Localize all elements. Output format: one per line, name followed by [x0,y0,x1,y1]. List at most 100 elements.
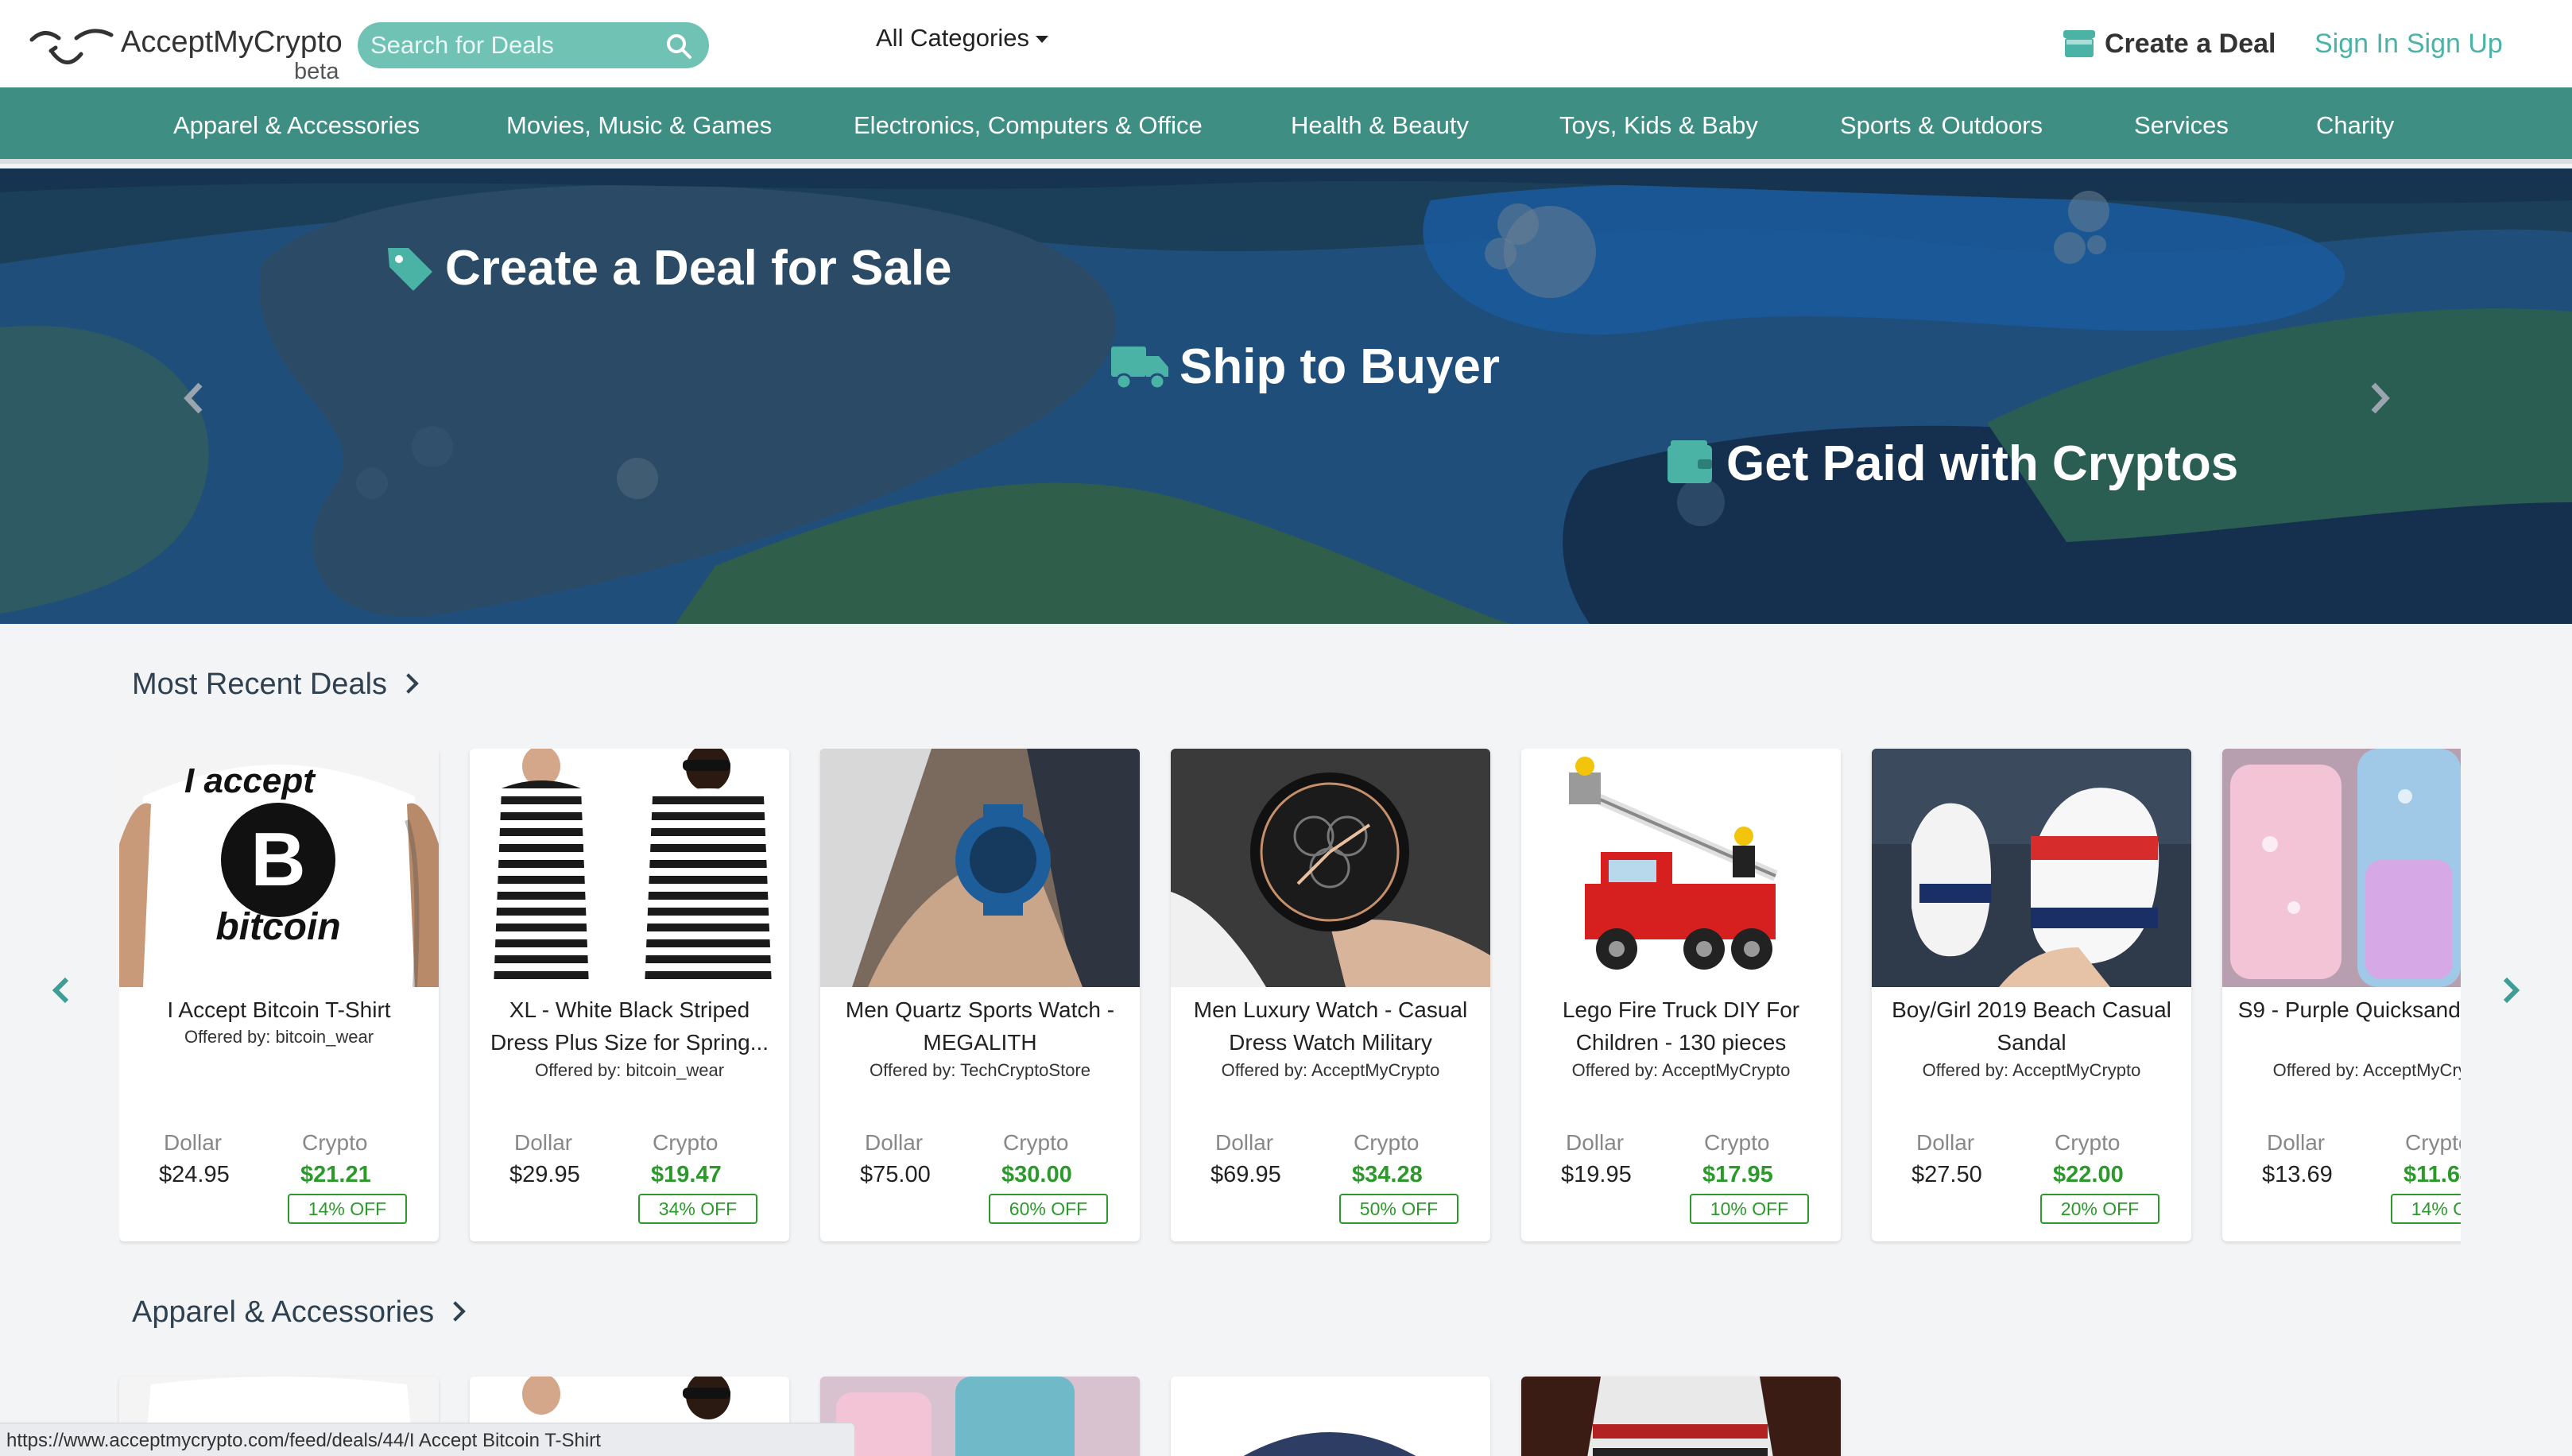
nav-item-movies[interactable]: Movies, Music & Games [506,111,772,140]
nav-item-apparel[interactable]: Apparel & Accessories [173,111,420,140]
apparel-image-cap [1171,1377,1490,1456]
apparel-image-striped [1521,1377,1841,1456]
deal-image-sports-watch [820,749,1140,987]
discount-badge: 50% OFF [1339,1194,1458,1224]
category-nav: Apparel & Accessories Movies, Music & Ga… [0,87,2572,164]
nav-item-sports[interactable]: Sports & Outdoors [1840,111,2043,140]
apparel-card[interactable] [1521,1377,1841,1456]
deal-seller: Offered by: AcceptMyCrypto [1571,1060,1791,1080]
nav-item-electronics[interactable]: Electronics, Computers & Office [854,111,1203,140]
hero-line3-text: Get Paid with Cryptos [1726,436,2239,491]
truck-icon [1111,347,1168,390]
deal-image-luxury-watch [1171,749,1490,987]
deals-carousel: I accept B bitcoin I Accept Bitcoin T-Sh… [119,749,2461,1245]
deal-seller: Offered by: AcceptMyCrypto [1922,1060,2141,1080]
chevron-right-icon [398,673,419,694]
nav-item-services[interactable]: Services [2134,111,2229,140]
deal-image-phone-cover [2222,749,2461,987]
deal-image-lego-truck [1521,749,1841,987]
dollar-label: Dollar [164,1130,223,1155]
deal-image-bitcoin-shirt: I accept B bitcoin [119,749,439,987]
apparel-image-cover [820,1377,1140,1456]
search-icon[interactable] [664,32,693,60]
tag-icon [388,248,432,291]
dollar-label: Dollar [1215,1130,1274,1155]
dollar-price: $24.95 [159,1162,230,1187]
deal-title: Men Luxury Watch - Casual Dress Watch Mi… [1193,997,1468,1055]
crypto-price: $22.00 [2053,1162,2124,1187]
discount-badge: 34% OFF [638,1194,757,1224]
crypto-label: Crypto [1704,1130,1770,1155]
hero-carousel: Create a Deal for Sale Ship to Buyer Get… [0,168,2572,624]
sign-up-link[interactable]: Sign Up [2407,29,2503,59]
crypto-label: Crypto [2405,1130,2461,1155]
discount-badge: 14% OFF [2391,1194,2461,1224]
hero-next-arrow-icon[interactable] [2364,378,2396,418]
deal-image-sandal [1872,749,2191,987]
search-bar [358,22,709,68]
hero-prev-arrow-icon[interactable] [178,378,210,418]
most-recent-deals-header[interactable]: Most Recent Deals [132,668,419,702]
logo-mark-icon [29,29,114,64]
site-logo[interactable]: AcceptMyCrypto beta [29,17,362,86]
dollar-price: $69.95 [1210,1162,1281,1187]
deal-title: Men Quartz Sports Watch - MEGALITH [845,997,1115,1055]
dollar-label: Dollar [865,1130,924,1155]
crypto-price: $30.00 [1001,1162,1072,1187]
sign-in-link[interactable]: Sign In [2314,29,2399,59]
deals-prev-arrow-icon[interactable] [49,974,73,1006]
nav-item-health[interactable]: Health & Beauty [1291,111,1469,140]
dollar-label: Dollar [2267,1130,2326,1155]
shirt-text-bottom: bitcoin [215,906,340,948]
deal-title: I Accept Bitcoin T-Shirt [167,997,391,1022]
dollar-price: $13.69 [2262,1162,2333,1187]
deal-title: XL - White Black Striped Dress Plus Size… [490,997,769,1055]
nav-item-toys[interactable]: Toys, Kids & Baby [1559,111,1758,140]
crypto-label: Crypto [302,1130,368,1155]
create-deal-label: Create a Deal [2105,29,2276,59]
logo-beta-badge: beta [294,59,339,84]
deal-card[interactable]: Boy/Girl 2019 Beach Casual Sandal Offere… [1872,749,2191,1241]
chevron-right-icon [445,1301,466,1322]
auth-links: Sign In Sign Up [2314,29,2511,60]
deal-seller: Offered by: TechCryptoStore [870,1060,1090,1080]
deal-image-striped-dress [470,749,789,987]
discount-badge: 60% OFF [989,1194,1108,1224]
dollar-price: $75.00 [860,1162,931,1187]
section-title-recent: Most Recent Deals [132,668,388,701]
crypto-price: $21.21 [300,1162,371,1187]
deal-seller: Offered by: bitcoin_wear [184,1027,374,1047]
discount-badge: 10% OFF [1690,1194,1809,1224]
shirt-text-top: I accept [184,761,316,800]
hero-line1-text: Create a Deal for Sale [445,241,952,296]
deals-next-arrow-icon[interactable] [2499,974,2523,1006]
deal-card[interactable]: S9 - Purple Quicksand Cover Offered by: … [2222,749,2461,1241]
top-header: AcceptMyCrypto beta All Categories Creat… [0,0,2572,87]
store-icon [2063,30,2095,57]
nav-item-charity[interactable]: Charity [2316,111,2394,140]
dollar-label: Dollar [1916,1130,1975,1155]
apparel-section-header[interactable]: Apparel & Accessories [132,1295,466,1330]
deal-seller: Offered by: bitcoin_wear [534,1060,725,1080]
svg-text:B: B [250,817,305,902]
all-categories-dropdown[interactable]: All Categories [876,24,1048,52]
deal-card[interactable]: XL - White Black Striped Dress Plus Size… [470,749,789,1241]
crypto-label: Crypto [653,1130,719,1155]
search-input[interactable] [370,22,657,68]
deal-card[interactable]: Lego Fire Truck DIY For Children - 130 p… [1521,749,1841,1241]
logo-text: AcceptMyCrypto [121,25,343,59]
deal-card[interactable]: Men Luxury Watch - Casual Dress Watch Mi… [1171,749,1490,1241]
apparel-card[interactable] [820,1377,1140,1456]
deal-card[interactable]: I accept B bitcoin I Accept Bitcoin T-Sh… [119,749,439,1241]
dollar-price: $27.50 [1912,1162,1982,1187]
deal-title: S9 - Purple Quicksand Cover [2237,997,2461,1022]
deal-title: Lego Fire Truck DIY For Children - 130 p… [1562,997,1800,1055]
hero-line-create-deal: Create a Deal for Sale [385,240,952,304]
deal-seller: Offered by: AcceptMyCrypto [1221,1060,1440,1080]
caret-down-icon [1035,36,1048,44]
hero-line-get-paid: Get Paid with Cryptos [1666,436,2238,499]
deal-card[interactable]: Men Quartz Sports Watch - MEGALITH Offer… [820,749,1140,1241]
crypto-price: $34.28 [1352,1162,1423,1187]
apparel-card[interactable] [1171,1377,1490,1456]
crypto-label: Crypto [2055,1130,2121,1155]
